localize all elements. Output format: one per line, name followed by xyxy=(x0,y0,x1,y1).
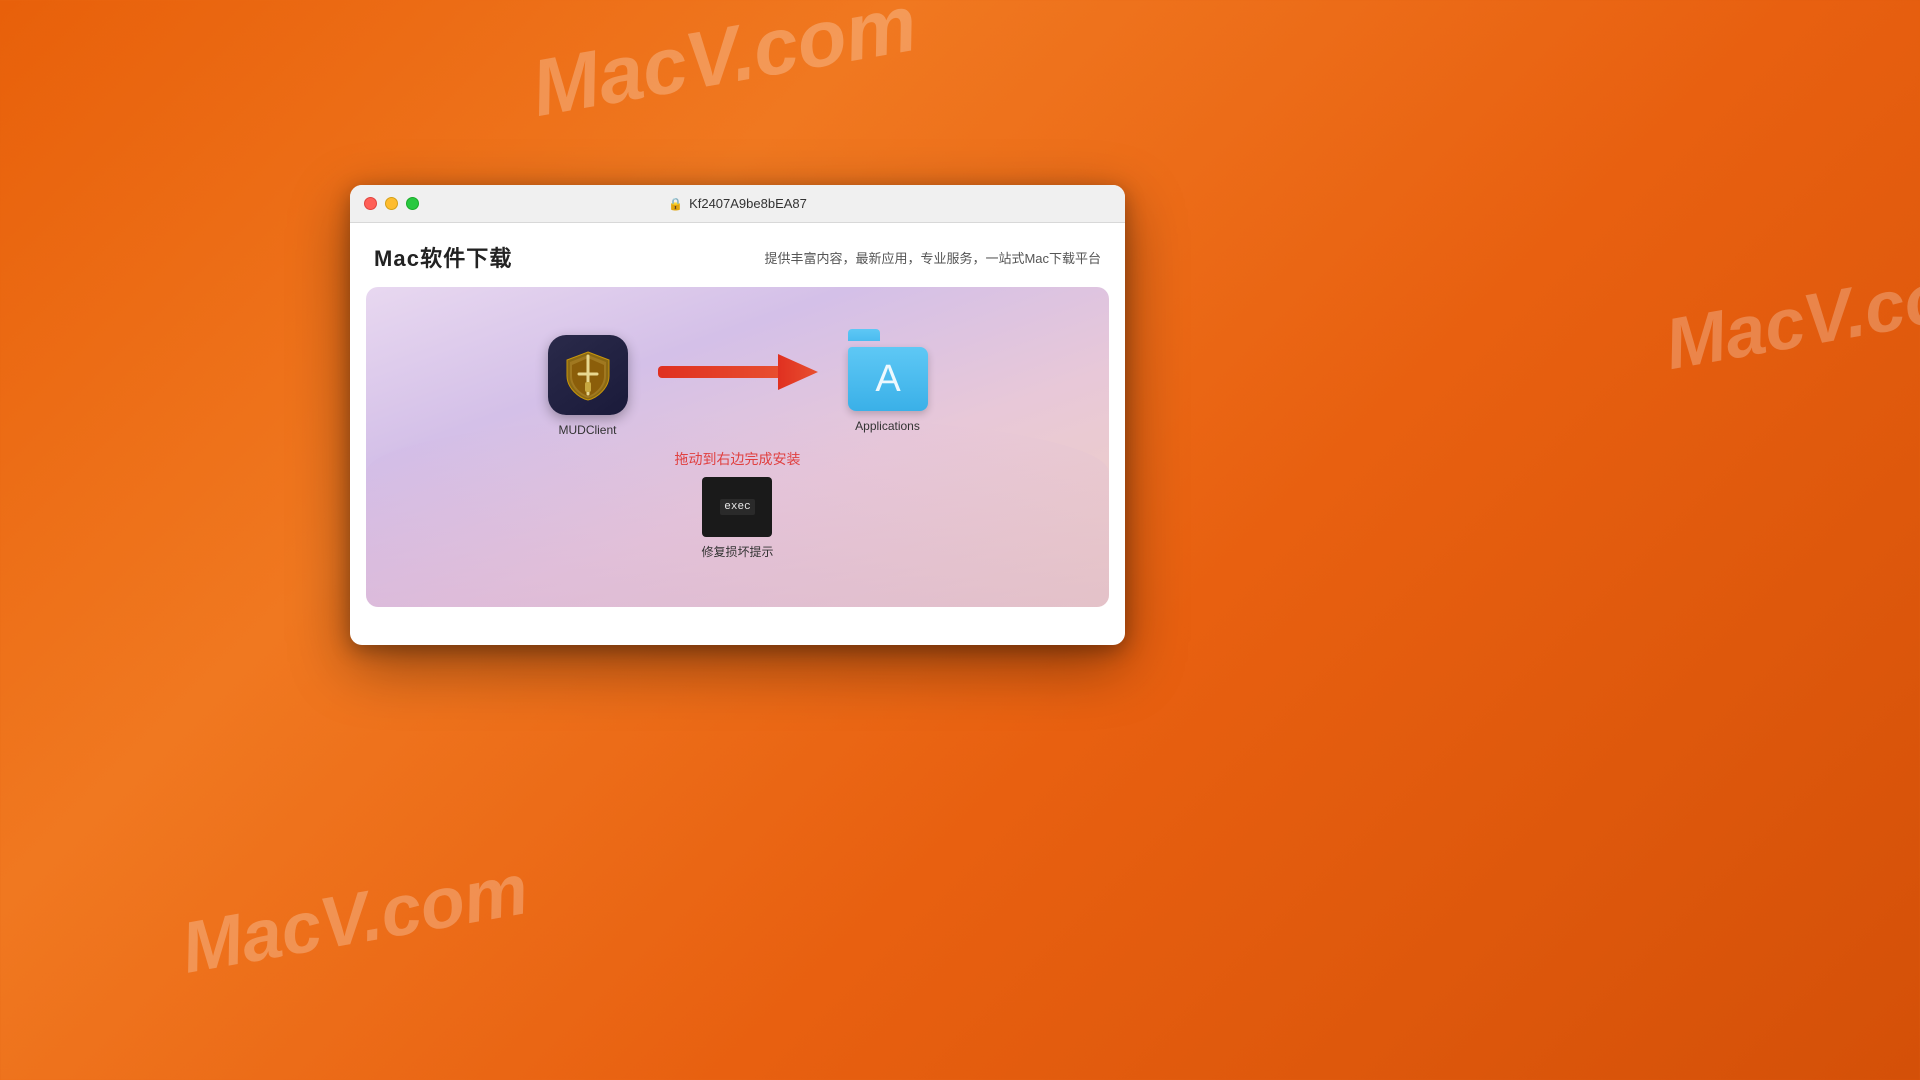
exec-file-area: exec 修复损坏提示 xyxy=(701,477,773,560)
maximize-button[interactable] xyxy=(406,197,419,210)
watermark-right: MacV.co xyxy=(1660,256,1920,386)
minimize-button[interactable] xyxy=(385,197,398,210)
folder-a-icon: A xyxy=(848,347,928,411)
mudclient-icon-svg xyxy=(561,348,615,402)
app-item-mudclient[interactable]: MUDClient xyxy=(548,335,628,437)
applications-label: Applications xyxy=(855,419,920,433)
mudclient-label: MUDClient xyxy=(558,423,616,437)
app-item-applications[interactable]: A Applications xyxy=(848,339,928,433)
window-header: Mac软件下载 提供丰富内容，最新应用，专业服务，一站式Mac下载平台 xyxy=(350,223,1125,287)
window-title: Kf2407A9be8bEA87 xyxy=(689,196,807,211)
drag-instruction-text: 拖动到右边完成安装 xyxy=(675,449,801,469)
folder-body: A xyxy=(848,347,928,411)
watermark-top: MacV.com xyxy=(525,0,923,135)
svg-text:A: A xyxy=(875,358,901,400)
brand-subtitle: 提供丰富内容，最新应用，专业服务，一站式Mac下载平台 xyxy=(764,248,1101,267)
install-row: MUDClient xyxy=(548,335,928,437)
arrow-container xyxy=(638,352,838,392)
drag-arrow-icon xyxy=(658,352,818,392)
traffic-lights xyxy=(350,197,419,210)
exec-badge: exec xyxy=(720,499,754,515)
dmg-install-area: MUDClient xyxy=(366,287,1109,607)
brand-title: Mac软件下载 xyxy=(374,241,513,273)
exec-icon: exec xyxy=(702,477,772,537)
applications-folder-icon: A xyxy=(848,339,928,411)
title-bar: 🔒 Kf2407A9be8bEA87 xyxy=(350,185,1125,223)
folder-tab xyxy=(848,329,880,341)
close-button[interactable] xyxy=(364,197,377,210)
mudclient-icon xyxy=(548,335,628,415)
lock-icon: 🔒 xyxy=(668,197,683,211)
window-title-area: 🔒 Kf2407A9be8bEA87 xyxy=(668,196,807,211)
watermark-bottom-left: MacV.com xyxy=(176,848,534,989)
mac-window: 🔒 Kf2407A9be8bEA87 Mac软件下载 提供丰富内容，最新应用，专… xyxy=(350,185,1125,645)
exec-description-label: 修复损坏提示 xyxy=(701,543,773,560)
